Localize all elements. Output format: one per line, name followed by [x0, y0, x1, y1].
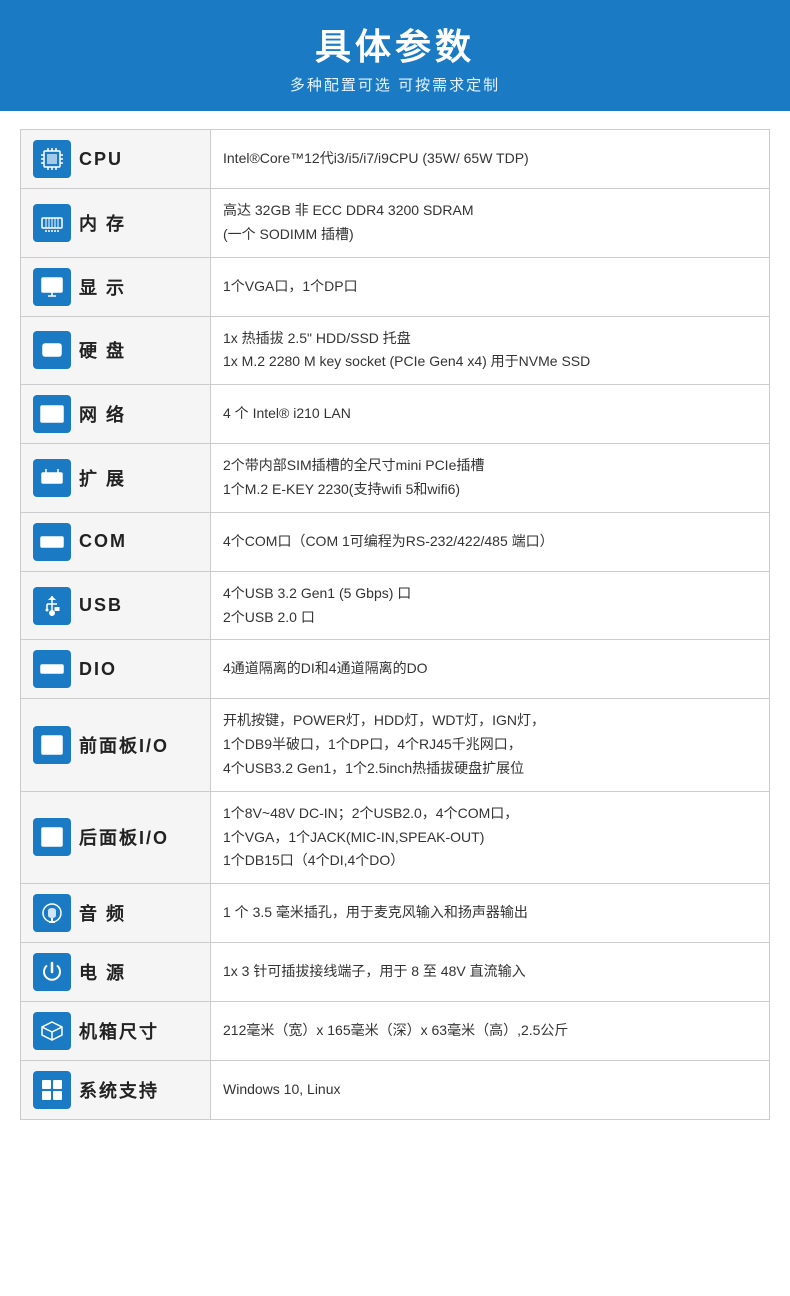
table-row: 硬 盘 1x 热插拔 2.5" HDD/SSD 托盘1x M.2 2280 M … — [21, 316, 770, 385]
value-cell-dio: 4通道隔离的DI和4通道隔离的DO — [211, 640, 770, 699]
value-cell-com: 4个COM口（COM 1可编程为RS-232/422/485 端口） — [211, 512, 770, 571]
label-cell-chassis: 机箱尺寸 — [21, 1002, 211, 1061]
table-row: 音 频 1 个 3.5 毫米插孔，用于麦克风输入和扬声器输出 — [21, 884, 770, 943]
chassis-icon — [33, 1012, 71, 1050]
hdd-icon — [33, 331, 71, 369]
network-icon — [33, 395, 71, 433]
cpu-icon — [33, 140, 71, 178]
label-cell-memory: 内 存 — [21, 189, 211, 258]
value-cell-hdd: 1x 热插拔 2.5" HDD/SSD 托盘1x M.2 2280 M key … — [211, 316, 770, 385]
label-text-expand: 扩 展 — [79, 465, 126, 491]
os-icon — [33, 1071, 71, 1109]
label-cell-network: 网 络 — [21, 385, 211, 444]
value-cell-network: 4 个 Intel® i210 LAN — [211, 385, 770, 444]
audio-icon — [33, 894, 71, 932]
dio-icon — [33, 650, 71, 688]
label-text-audio: 音 频 — [79, 900, 126, 926]
value-cell-cpu: Intel®Core™12代i3/i5/i7/i9CPU (35W/ 65W T… — [211, 130, 770, 189]
table-row: 机箱尺寸 212毫米（宽）x 165毫米（深）x 63毫米（高）,2.5公斤 — [21, 1002, 770, 1061]
label-cell-power: 电 源 — [21, 943, 211, 1002]
label-cell-os: 系统支持 — [21, 1061, 211, 1120]
table-row: 后面板I/O 1个8V~48V DC-IN；2个USB2.0，4个COM口，1个… — [21, 791, 770, 883]
table-row: 电 源 1x 3 针可插拔接线端子，用于 8 至 48V 直流输入 — [21, 943, 770, 1002]
label-text-power: 电 源 — [79, 959, 126, 985]
table-row: 网 络 4 个 Intel® i210 LAN — [21, 385, 770, 444]
label-text-rear-io: 后面板I/O — [79, 824, 169, 850]
label-text-hdd: 硬 盘 — [79, 337, 126, 363]
value-cell-chassis: 212毫米（宽）x 165毫米（深）x 63毫米（高）,2.5公斤 — [211, 1002, 770, 1061]
label-cell-audio: 音 频 — [21, 884, 211, 943]
usb-icon — [33, 587, 71, 625]
label-text-chassis: 机箱尺寸 — [79, 1018, 159, 1044]
label-text-front-io: 前面板I/O — [79, 732, 169, 758]
value-cell-display: 1个VGA口，1个DP口 — [211, 257, 770, 316]
table-row: 内 存 高达 32GB 非 ECC DDR4 3200 SDRAM(一个 SOD… — [21, 189, 770, 258]
power-icon — [33, 953, 71, 991]
table-row: DIO 4通道隔离的DI和4通道隔离的DO — [21, 640, 770, 699]
label-text-usb: USB — [79, 595, 123, 616]
value-cell-memory: 高达 32GB 非 ECC DDR4 3200 SDRAM(一个 SODIMM … — [211, 189, 770, 258]
label-text-com: COM — [79, 531, 127, 552]
table-row: 前面板I/O 开机按键，POWER灯，HDD灯，WDT灯，IGN灯，1个DB9半… — [21, 699, 770, 791]
com-icon — [33, 523, 71, 561]
label-cell-front-io: 前面板I/O — [21, 699, 211, 791]
value-cell-expand: 2个带内部SIM插槽的全尺寸mini PCIe插槽1个M.2 E-KEY 223… — [211, 444, 770, 513]
page-subtitle: 多种配置可选 可按需求定制 — [20, 74, 770, 95]
table-row: 显 示 1个VGA口，1个DP口 — [21, 257, 770, 316]
label-cell-rear-io: 后面板I/O — [21, 791, 211, 883]
page-title: 具体参数 — [20, 18, 770, 70]
display-icon — [33, 268, 71, 306]
label-text-network: 网 络 — [79, 401, 126, 427]
specs-table: CPU Intel®Core™12代i3/i5/i7/i9CPU (35W/ 6… — [20, 129, 770, 1120]
label-cell-dio: DIO — [21, 640, 211, 699]
table-row: USB 4个USB 3.2 Gen1 (5 Gbps) 口2个USB 2.0 口 — [21, 571, 770, 640]
label-text-dio: DIO — [79, 659, 117, 680]
label-cell-cpu: CPU — [21, 130, 211, 189]
memory-icon — [33, 204, 71, 242]
value-cell-front-io: 开机按键，POWER灯，HDD灯，WDT灯，IGN灯，1个DB9半破口，1个DP… — [211, 699, 770, 791]
value-cell-usb: 4个USB 3.2 Gen1 (5 Gbps) 口2个USB 2.0 口 — [211, 571, 770, 640]
value-cell-power: 1x 3 针可插拔接线端子，用于 8 至 48V 直流输入 — [211, 943, 770, 1002]
value-cell-audio: 1 个 3.5 毫米插孔，用于麦克风输入和扬声器输出 — [211, 884, 770, 943]
table-row: 系统支持 Windows 10, Linux — [21, 1061, 770, 1120]
rear-io-icon — [33, 818, 71, 856]
value-cell-os: Windows 10, Linux — [211, 1061, 770, 1120]
expand-icon — [33, 459, 71, 497]
front-io-icon — [33, 726, 71, 764]
label-cell-usb: USB — [21, 571, 211, 640]
table-row: COM 4个COM口（COM 1可编程为RS-232/422/485 端口） — [21, 512, 770, 571]
label-cell-display: 显 示 — [21, 257, 211, 316]
table-row: CPU Intel®Core™12代i3/i5/i7/i9CPU (35W/ 6… — [21, 130, 770, 189]
label-text-memory: 内 存 — [79, 210, 126, 236]
table-row: 扩 展 2个带内部SIM插槽的全尺寸mini PCIe插槽1个M.2 E-KEY… — [21, 444, 770, 513]
label-text-display: 显 示 — [79, 274, 126, 300]
label-cell-expand: 扩 展 — [21, 444, 211, 513]
label-text-cpu: CPU — [79, 149, 123, 170]
header: 具体参数 多种配置可选 可按需求定制 — [0, 0, 790, 111]
label-cell-hdd: 硬 盘 — [21, 316, 211, 385]
page-wrapper: 具体参数 多种配置可选 可按需求定制 CPU Intel®Core™12代i3/… — [0, 0, 790, 1296]
table-container: CPU Intel®Core™12代i3/i5/i7/i9CPU (35W/ 6… — [0, 111, 790, 1130]
value-cell-rear-io: 1个8V~48V DC-IN；2个USB2.0，4个COM口，1个VGA，1个J… — [211, 791, 770, 883]
label-text-os: 系统支持 — [79, 1077, 159, 1103]
label-cell-com: COM — [21, 512, 211, 571]
